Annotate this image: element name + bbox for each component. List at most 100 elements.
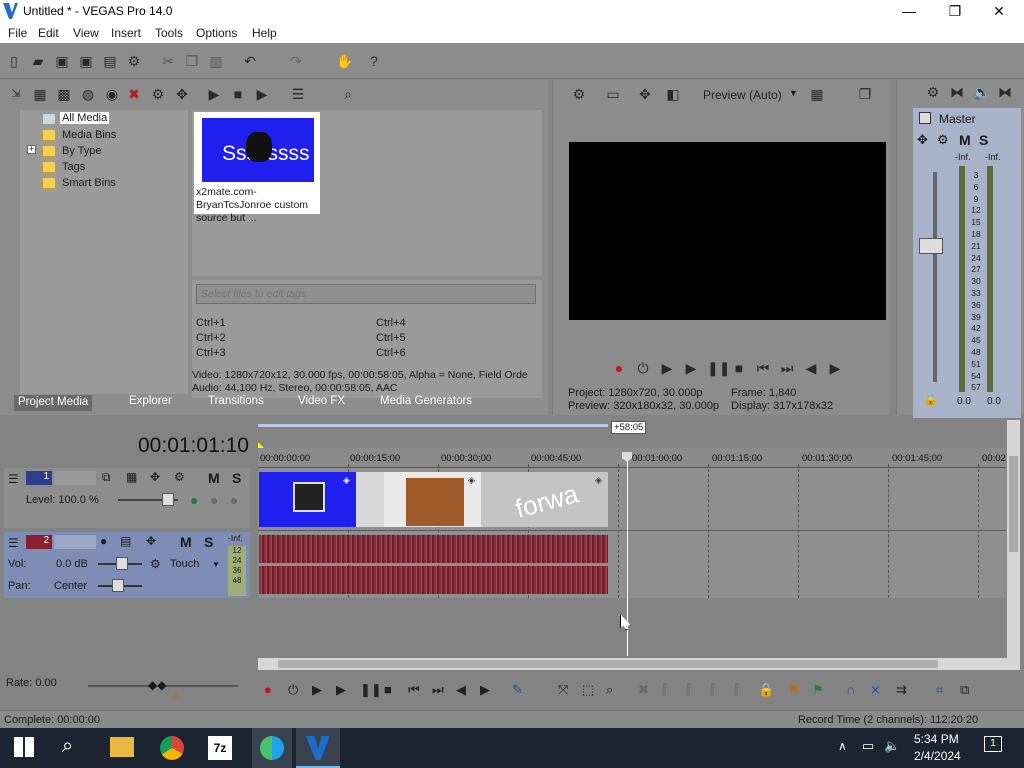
vertical-scroll-thumb[interactable] [1009, 456, 1018, 552]
record-icon[interactable]: ● [611, 360, 627, 376]
menu-edit[interactable]: Edit [38, 26, 59, 40]
copy-snapshot-icon[interactable]: ❐ [857, 86, 873, 102]
menu-file[interactable]: File [8, 26, 27, 40]
track-collapse-icon[interactable]: ☰ [8, 536, 19, 550]
chrome-icon[interactable] [160, 736, 184, 760]
windows-start-icon[interactable] [14, 737, 34, 757]
search-icon[interactable]: ⌕ [340, 86, 356, 102]
tags-input[interactable] [196, 284, 536, 304]
file-explorer-icon[interactable] [110, 737, 134, 757]
shortcut-ctrl3[interactable]: Ctrl+3 [196, 347, 226, 359]
play-media-icon[interactable]: ▶ [206, 86, 222, 102]
shortcut-ctrl4[interactable]: Ctrl+4 [376, 317, 406, 329]
split-icon[interactable]: ⫿ [734, 682, 738, 698]
vertical-scrollbar[interactable] [1006, 420, 1020, 670]
trim-start-icon[interactable]: ⫿ [686, 682, 690, 698]
event-fx-badge-icon[interactable]: ◈ [595, 475, 602, 486]
play-from-start-icon[interactable]: ▶ [312, 682, 322, 698]
pan-slider-handle[interactable] [112, 579, 124, 592]
close-button[interactable]: ✕ [976, 0, 1022, 23]
properties-gear-icon[interactable]: ⚙ [126, 53, 142, 69]
master-fader-handle[interactable] [919, 238, 943, 254]
shortcut-ctrl1[interactable]: Ctrl+1 [196, 317, 226, 329]
audio-solo-button[interactable]: S [204, 534, 213, 550]
invert-phase-icon[interactable]: ▤ [120, 534, 131, 548]
audio-mute-button[interactable]: M [180, 534, 192, 550]
tab-media-generators[interactable]: Media Generators [380, 395, 472, 411]
play-from-start-icon[interactable]: ▶ [659, 360, 675, 376]
video-event-3[interactable]: forwa ◈ [481, 472, 608, 527]
cut-icon[interactable]: ✂ [160, 53, 176, 69]
mixer-gear-icon[interactable]: ⚙ [925, 84, 941, 100]
composite-parent-icon[interactable]: ● [190, 492, 198, 508]
speaker-icon[interactable]: 🔈 [973, 84, 990, 100]
split-icon[interactable]: ✥ [174, 86, 190, 102]
media-item[interactable]: Ssssssss x2mate.com-BryanTcsJonroe custo… [194, 112, 320, 224]
go-to-start-icon[interactable]: ⏮ [755, 360, 771, 376]
record-icon[interactable]: ● [264, 682, 272, 697]
loop-icon[interactable]: ⏻ [635, 360, 651, 376]
selection-tool-icon[interactable]: ⬚ [582, 682, 594, 698]
import-media-icon[interactable]: ⇲ [8, 86, 24, 102]
dim-icon[interactable]: ⧓ [997, 84, 1013, 100]
minimize-button[interactable]: — [886, 0, 932, 23]
volume-icon[interactable]: 🔈 [884, 738, 900, 754]
menu-help[interactable]: Help [252, 26, 277, 40]
menu-insert[interactable]: Insert [111, 26, 141, 40]
clock-date[interactable]: 2/4/2024 [914, 749, 961, 763]
ripple-edit-icon[interactable]: ⇉ [896, 682, 907, 698]
level-slider-handle[interactable] [162, 493, 174, 506]
go-to-start-icon[interactable]: ⏮ [408, 682, 420, 698]
go-to-end-icon[interactable]: ⏭ [779, 360, 795, 376]
next-frame-icon[interactable]: ▶ [827, 360, 843, 376]
media-fx-icon[interactable]: ◉ [104, 86, 120, 102]
envelope-tool-icon[interactable]: ⤧ [558, 682, 568, 698]
clock-time[interactable]: 5:34 PM [914, 732, 959, 746]
event-fx-badge-icon[interactable]: ◈ [343, 475, 350, 486]
master-bypass-icon[interactable] [919, 112, 931, 124]
tree-all-media[interactable]: All Media [60, 112, 110, 124]
track-fx-gear-icon[interactable]: ⚙ [174, 470, 185, 484]
remove-media-icon[interactable]: ✖ [126, 86, 142, 102]
grid-icon[interactable]: ▦ [809, 86, 825, 102]
shortcut-ctrl2[interactable]: Ctrl+2 [196, 332, 226, 344]
arm-record-icon[interactable]: ● [100, 534, 107, 548]
redo-icon[interactable]: ↷ [288, 53, 304, 69]
menu-tools[interactable]: Tools [155, 26, 183, 40]
track-name-field[interactable] [54, 471, 96, 485]
menu-options[interactable]: Options [196, 26, 237, 40]
chevron-down-icon[interactable]: ▼ [212, 560, 220, 569]
expand-keyframes-icon[interactable]: ✥ [150, 470, 160, 484]
ignore-grouping-icon[interactable]: ⧉ [960, 682, 969, 698]
stop-icon[interactable]: ■ [384, 682, 392, 697]
video-mute-button[interactable]: M [208, 470, 220, 486]
master-mute-button[interactable]: M [959, 132, 971, 148]
new-project-icon[interactable]: ▯ [6, 53, 22, 69]
show-hidden-icons-icon[interactable]: ∧ [838, 739, 847, 753]
go-to-end-icon[interactable]: ⏭ [432, 682, 444, 698]
capture-icon[interactable]: ▦ [32, 86, 48, 102]
auto-crossfade-icon[interactable]: ⨯ [870, 682, 881, 698]
insert-region-icon[interactable]: ⚑ [812, 682, 824, 698]
save-icon[interactable]: ▣ [54, 53, 70, 69]
auto-preview-icon[interactable]: ▶ [254, 86, 270, 102]
lock-icon[interactable]: 🔒 [923, 392, 938, 406]
delete-icon[interactable]: ✖ [638, 682, 649, 698]
horizontal-scrollbar[interactable] [258, 658, 1020, 670]
tab-video-fx[interactable]: Video FX [298, 395, 345, 411]
settings-gear-icon[interactable]: ⚙ [150, 86, 166, 102]
expand-icon[interactable]: + [27, 145, 36, 154]
shortcut-ctrl5[interactable]: Ctrl+5 [376, 332, 406, 344]
stop-media-icon[interactable]: ■ [230, 86, 246, 102]
prev-frame-icon[interactable]: ◀ [803, 360, 819, 376]
preview-settings-gear-icon[interactable]: ⚙ [571, 86, 587, 102]
vegas-taskbar-slot[interactable] [296, 728, 340, 768]
composite-child-icon[interactable]: ● [210, 492, 218, 508]
snapping-icon[interactable]: ∩ [846, 682, 855, 697]
motion-icon[interactable]: ▦ [126, 470, 137, 484]
playhead-cursor[interactable] [627, 452, 628, 656]
pause-icon[interactable]: ❚❚ [360, 682, 382, 698]
lock-event-icon[interactable]: 🔒 [758, 682, 774, 698]
video-event-2[interactable]: ◈ [384, 472, 481, 527]
automation-mode-dropdown[interactable]: Touch [170, 558, 199, 570]
